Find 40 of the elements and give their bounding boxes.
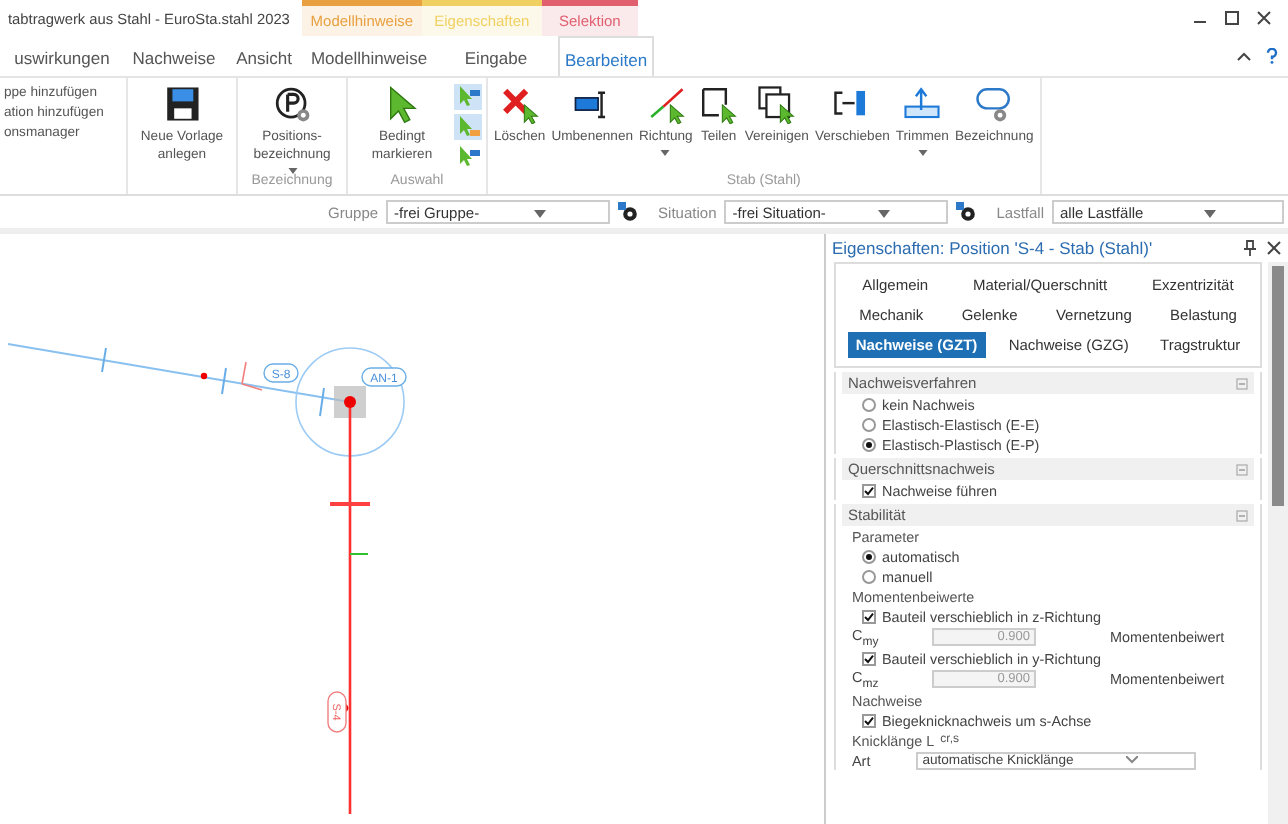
checkbox[interactable] <box>862 651 876 665</box>
trim-icon <box>902 84 943 124</box>
checkbox[interactable] <box>862 713 876 727</box>
ribbon-tab[interactable]: Ansicht <box>224 36 304 76</box>
radio-button[interactable] <box>862 569 876 583</box>
radio-button[interactable] <box>862 417 876 431</box>
gear-icon[interactable] <box>956 202 977 222</box>
ribbon-tab[interactable]: uswirkungen <box>0 36 124 76</box>
direction-icon <box>645 84 686 124</box>
split-icon <box>698 84 739 124</box>
radio-button[interactable] <box>862 549 876 563</box>
ribbon-tab[interactable]: Nachweise <box>124 36 224 76</box>
select-mode-icon[interactable] <box>454 144 482 170</box>
scrollbar[interactable] <box>1268 262 1288 824</box>
gear-icon[interactable] <box>618 202 639 222</box>
ribbon-tab[interactable]: Eingabe <box>434 36 558 76</box>
pin-icon[interactable] <box>1242 240 1258 256</box>
caret-icon <box>534 209 547 217</box>
merge-icon <box>756 84 797 124</box>
caret-icon <box>1203 209 1216 217</box>
label-gear-icon <box>272 84 312 124</box>
caret-icon <box>877 209 890 217</box>
ribbon-tab[interactable]: Modellhinweise <box>304 36 434 76</box>
delete-icon <box>499 84 540 124</box>
save-icon <box>162 84 202 124</box>
caret-icon <box>1125 755 1138 763</box>
maximize-icon[interactable] <box>1224 10 1240 26</box>
collapse-ribbon-icon[interactable] <box>1236 48 1252 64</box>
select-mode-icon[interactable] <box>454 84 482 110</box>
bubble-gear-icon <box>974 84 1015 124</box>
radio-button[interactable] <box>862 437 876 451</box>
help-icon[interactable] <box>1264 48 1280 64</box>
close-icon[interactable] <box>1256 10 1272 26</box>
checkbox[interactable] <box>862 483 876 497</box>
checkbox[interactable] <box>862 609 876 623</box>
scrollbar-thumb[interactable] <box>1272 266 1284 506</box>
radio-button[interactable] <box>862 397 876 411</box>
ribbon-tab[interactable]: Bearbeiten <box>558 36 654 76</box>
panel-title: Eigenschaften: Position 'S-4 - Stab (Stahl)' <box>832 238 1155 258</box>
close-icon[interactable] <box>1266 240 1282 256</box>
